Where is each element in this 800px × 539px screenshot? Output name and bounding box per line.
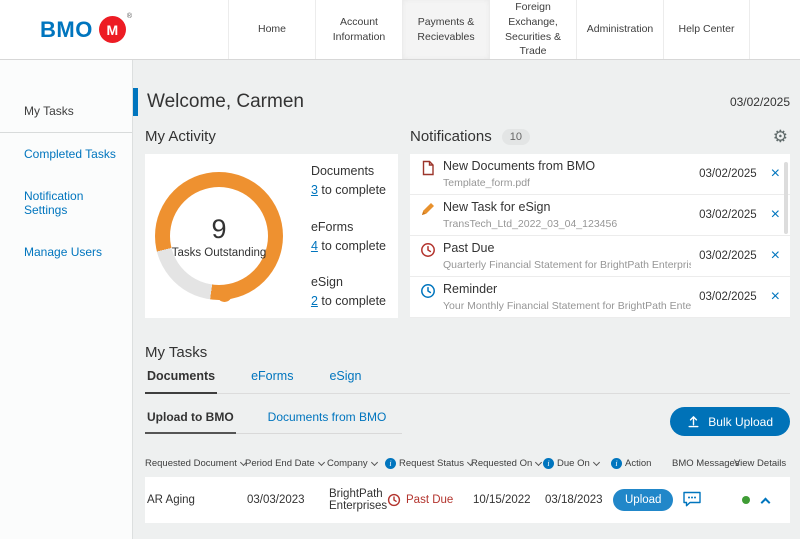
notifications-header: Notifications 10 ⚙ (410, 128, 790, 145)
bmo-roundel-icon: M (98, 16, 126, 43)
info-icon[interactable]: i (543, 458, 554, 469)
cell-requested-on: 10/15/2022 (473, 494, 531, 506)
notification-item: Reminder Your Monthly Financial Statemen… (410, 277, 790, 318)
legend-item-eforms: eForms 4 to complete (310, 219, 386, 253)
notifications-section: Notifications 10 ⚙ New Documents from BM… (410, 128, 790, 318)
column-company[interactable]: Company (327, 458, 385, 469)
close-icon[interactable]: × (771, 207, 780, 223)
cell-bmo-messages (672, 484, 734, 517)
nav-item-home[interactable]: Home (228, 0, 315, 59)
info-icon[interactable]: i (611, 458, 622, 469)
cell-request-status: Past Due (385, 487, 471, 513)
tasks-outstanding-count: 9 (211, 213, 227, 244)
notifications-title: Notifications (410, 128, 492, 145)
cell-requested-document: AR Aging (147, 494, 195, 506)
sort-caret-icon[interactable] (535, 458, 543, 466)
tasks-table-header: Requested Document Period End Date Compa… (145, 450, 790, 477)
bmo-logo-text: BMO (40, 16, 93, 42)
eforms-to-complete-link[interactable]: 4 (311, 239, 318, 253)
sidebar-item-manage-users[interactable]: Manage Users (0, 231, 132, 273)
nav-item-administration[interactable]: Administration (576, 0, 663, 59)
top-nav-bar: BMO M ® Home Account Information Payment… (0, 0, 800, 60)
column-action: i Action (611, 458, 672, 469)
notifications-list: New Documents from BMO Template_form.pdf… (410, 154, 790, 318)
notification-item: New Documents from BMO Template_form.pdf… (410, 154, 790, 195)
my-activity-card: 9 Tasks Outstanding Documents 3 to compl… (145, 154, 398, 318)
column-due-on[interactable]: i Due On (543, 458, 611, 469)
tab-eforms[interactable]: eForms (249, 369, 295, 393)
esign-to-complete-link[interactable]: 2 (311, 294, 318, 308)
cell-company: BrightPath Enterprises (329, 488, 388, 512)
tab-esign[interactable]: eSign (327, 369, 363, 393)
info-icon[interactable]: i (385, 458, 396, 469)
message-bubble-icon[interactable] (682, 490, 703, 511)
nav-item-help-center[interactable]: Help Center (663, 0, 750, 59)
notifications-count-badge: 10 (501, 128, 530, 145)
subtab-upload-to-bmo[interactable]: Upload to BMO (145, 410, 236, 434)
cell-action: Upload (611, 483, 674, 517)
legend-item-esign: eSign 2 to complete (310, 275, 386, 308)
nav-item-payments-recievables[interactable]: Payments & Recievables (402, 0, 489, 59)
upload-button[interactable]: Upload (613, 489, 674, 511)
close-icon[interactable]: × (771, 289, 780, 305)
reminder-clock-icon (420, 283, 436, 299)
my-tasks-title: My Tasks (145, 344, 208, 361)
donut-center: 9 Tasks Outstanding (170, 187, 268, 285)
column-request-status[interactable]: i Request Status (385, 458, 475, 469)
table-row: AR Aging 03/03/2023 BrightPath Enterpris… (145, 477, 790, 523)
sidebar-item-notification-settings[interactable]: Notification Settings (0, 175, 132, 231)
documents-to-complete-link[interactable]: 3 (311, 183, 318, 197)
main-content: Welcome, Carmen 03/02/2025 My Activity 9… (133, 60, 800, 539)
column-requested-on[interactable]: Requested On (471, 458, 543, 469)
welcome-header: Welcome, Carmen 03/02/2025 (133, 88, 790, 116)
nav-item-foreign-exchange[interactable]: Foreign Exchange, Securities & Trade (489, 0, 576, 59)
past-due-clock-icon (387, 493, 401, 507)
page-title: Welcome, Carmen (147, 91, 304, 112)
close-icon[interactable]: × (771, 248, 780, 264)
sidebar: My Tasks Completed Tasks Notification Se… (0, 60, 133, 539)
bulk-upload-button[interactable]: Bulk Upload (670, 407, 790, 436)
column-bmo-messages: BMO Messages (672, 458, 740, 469)
nav-item-account-information[interactable]: Account Information (315, 0, 402, 59)
column-requested-document[interactable]: Requested Document (145, 458, 247, 469)
past-due-clock-icon (420, 242, 436, 258)
my-tasks-section: My Tasks Documents eForms eSign Upload t… (145, 344, 790, 523)
legend-item-documents: Documents 3 to complete (310, 164, 386, 197)
gear-icon[interactable]: ⚙ (773, 128, 788, 145)
my-activity-title: My Activity (145, 128, 216, 145)
cell-period-end-date: 03/03/2023 (247, 494, 305, 506)
tasks-tabs: Documents eForms eSign (145, 369, 790, 394)
bmo-logo: BMO M ® (0, 0, 228, 59)
sidebar-item-completed-tasks[interactable]: Completed Tasks (0, 133, 132, 175)
notification-item: New Task for eSign TransTech_Ltd_2022_03… (410, 195, 790, 236)
notification-item: Past Due Quarterly Financial Statement f… (410, 236, 790, 277)
sort-caret-icon[interactable] (317, 458, 325, 466)
status-dot-icon (742, 496, 750, 504)
cell-view-details (734, 489, 790, 512)
main-nav: Home Account Information Payments & Reci… (228, 0, 750, 59)
column-view-details: View Details (734, 458, 787, 469)
sidebar-item-my-tasks[interactable]: My Tasks (0, 90, 132, 133)
upload-arrow-icon (687, 415, 700, 428)
column-period-end-date[interactable]: Period End Date (245, 458, 327, 469)
document-icon (420, 160, 436, 176)
close-icon[interactable]: × (771, 166, 780, 182)
tasks-donut-chart: 9 Tasks Outstanding (155, 172, 283, 302)
tab-documents[interactable]: Documents (145, 369, 218, 394)
subtab-documents-from-bmo[interactable]: Documents from BMO (266, 410, 389, 433)
cell-due-on: 03/18/2023 (545, 494, 603, 506)
registered-mark: ® (126, 13, 132, 20)
tasks-outstanding-label: Tasks Outstanding (171, 246, 267, 259)
current-date: 03/02/2025 (729, 95, 790, 109)
chevron-up-icon[interactable] (760, 497, 771, 507)
donut-marker-dot (217, 287, 232, 302)
esign-pen-icon (420, 201, 436, 217)
sort-caret-icon[interactable] (370, 458, 378, 466)
notifications-scrollbar[interactable] (784, 162, 788, 234)
documents-subtabs: Upload to BMO Documents from BMO (145, 410, 403, 434)
activity-legend: Documents 3 to complete eForms 4 to comp… (311, 162, 386, 310)
my-activity-section: My Activity 9 Tasks Outstanding Document… (145, 128, 398, 318)
sort-caret-icon[interactable] (592, 458, 600, 466)
